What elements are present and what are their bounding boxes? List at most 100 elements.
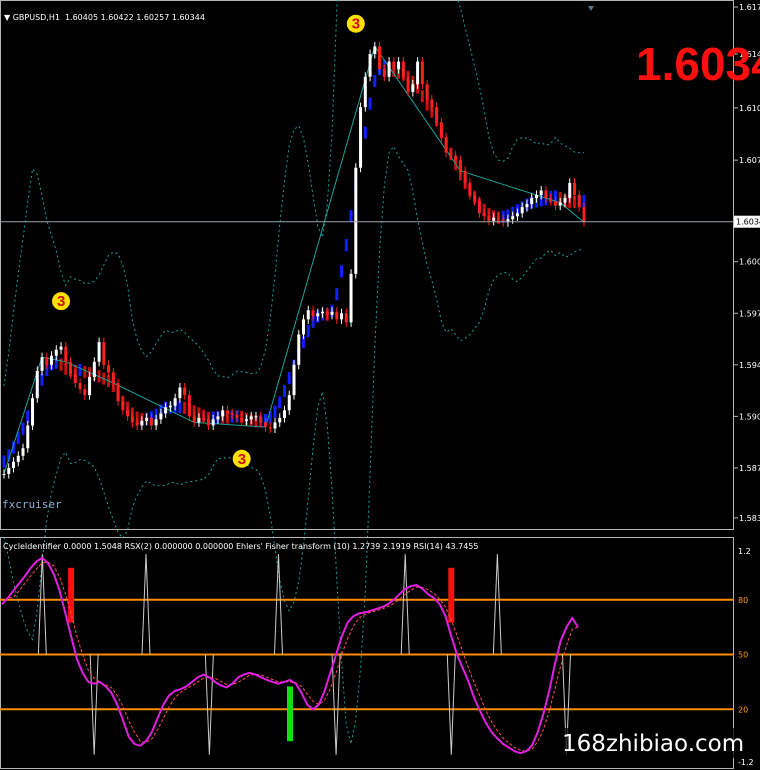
candle-body [492,217,496,221]
price-tick-label: 1.61760 [739,3,760,12]
trading-chart[interactable]: 1.617601.614501.610951.607501.600801.597… [0,0,760,770]
candle-body [249,416,253,420]
candle-body [487,216,491,221]
candle-body [97,342,101,362]
candle-body [149,417,153,426]
candle-body [263,422,267,427]
candle-body [159,413,163,420]
candle-body [435,107,439,123]
candle-body [154,419,158,426]
candle-body [2,473,6,475]
price-tick-label: 1.59060 [739,412,760,421]
candle-body [397,61,401,70]
price-tick-label: 1.60080 [739,258,760,267]
candle-body [468,182,472,196]
trend-bar [21,422,25,435]
trend-bar [349,210,353,223]
candle-body [321,311,325,314]
candle-body [121,401,125,411]
candle-body [192,416,196,423]
candle-body [126,410,130,417]
brand-label: fxcruiser [2,498,62,511]
candle-body [78,383,82,390]
indicator-tick-label: 1.2 [738,547,751,556]
candle-body [520,207,524,214]
candle-body [302,319,306,335]
candle-body [26,425,30,449]
trend-bar [363,126,367,139]
price-tick-label: 1.59740 [739,309,760,318]
watermark: 168zhibiao.com [562,731,744,757]
signal-number: 3 [57,293,65,310]
candle-body [221,410,225,417]
candle-body [64,346,68,362]
indicator-header: CycleIdentifier 0.0000 1.5048 RSX(2) 0.0… [3,542,478,551]
candle-body [54,349,58,356]
signal-number: 3 [352,16,360,33]
candle-body [482,213,486,217]
candle-body [425,84,429,100]
candle-body [325,311,329,315]
indicator-tick-label: -1.2 [738,758,754,767]
candle-body [344,313,348,323]
price-tick-label: 1.60750 [739,156,760,165]
histogram-bar [287,686,293,742]
candle-body [292,364,296,396]
candle-body [225,410,229,414]
indicator-tick-label: 80 [738,596,748,605]
candle-body [206,419,210,426]
indicator-tick-label: 50 [738,651,748,660]
candle-body [168,405,172,408]
candle-body [107,364,111,373]
candle-body [549,198,553,202]
candle-body [401,61,405,77]
candle-body [477,201,481,214]
price-tick-label: 1.58720 [739,464,760,473]
candle-body [83,389,87,396]
candle-body [416,61,420,85]
trend-bar [340,265,344,278]
candle-body [31,398,35,426]
candle-body [511,216,515,220]
candle-body [244,419,248,421]
histogram-bar [68,567,75,623]
candle-body [363,76,367,108]
candle-body [430,99,434,108]
trend-bar [373,74,377,88]
candle-body [568,182,572,199]
candle-body [273,422,277,429]
candle-body [173,398,177,406]
current-price-big: 1.6034 [636,38,760,90]
candle-body [382,69,386,77]
candle-body [420,61,424,85]
candle-body [73,373,77,384]
candle-body [297,334,301,365]
candle-body [368,54,372,77]
candle-body [449,152,453,156]
candle-body [211,419,215,426]
candle-body [230,413,234,415]
candle-body [582,207,586,223]
candle-body [45,357,49,365]
candle-body [534,195,538,199]
candle-body [102,342,106,365]
candle-body [130,416,134,423]
candle-body [335,311,339,320]
candle-body [116,383,120,402]
trend-bar [278,396,282,409]
candle-body [254,416,258,418]
trend-bar [420,90,424,103]
candle-body [563,198,567,203]
candle-body [577,195,581,208]
candle-body [553,201,557,206]
candle-body [59,346,63,350]
candle-body [140,420,144,426]
trend-bar [178,401,182,414]
trend-bar [306,325,310,338]
candle-body [202,417,206,420]
candle-body [69,361,73,374]
candle-body [111,372,115,384]
trend-bar [344,239,348,252]
candle-body [40,357,44,371]
candle-body [88,376,92,396]
